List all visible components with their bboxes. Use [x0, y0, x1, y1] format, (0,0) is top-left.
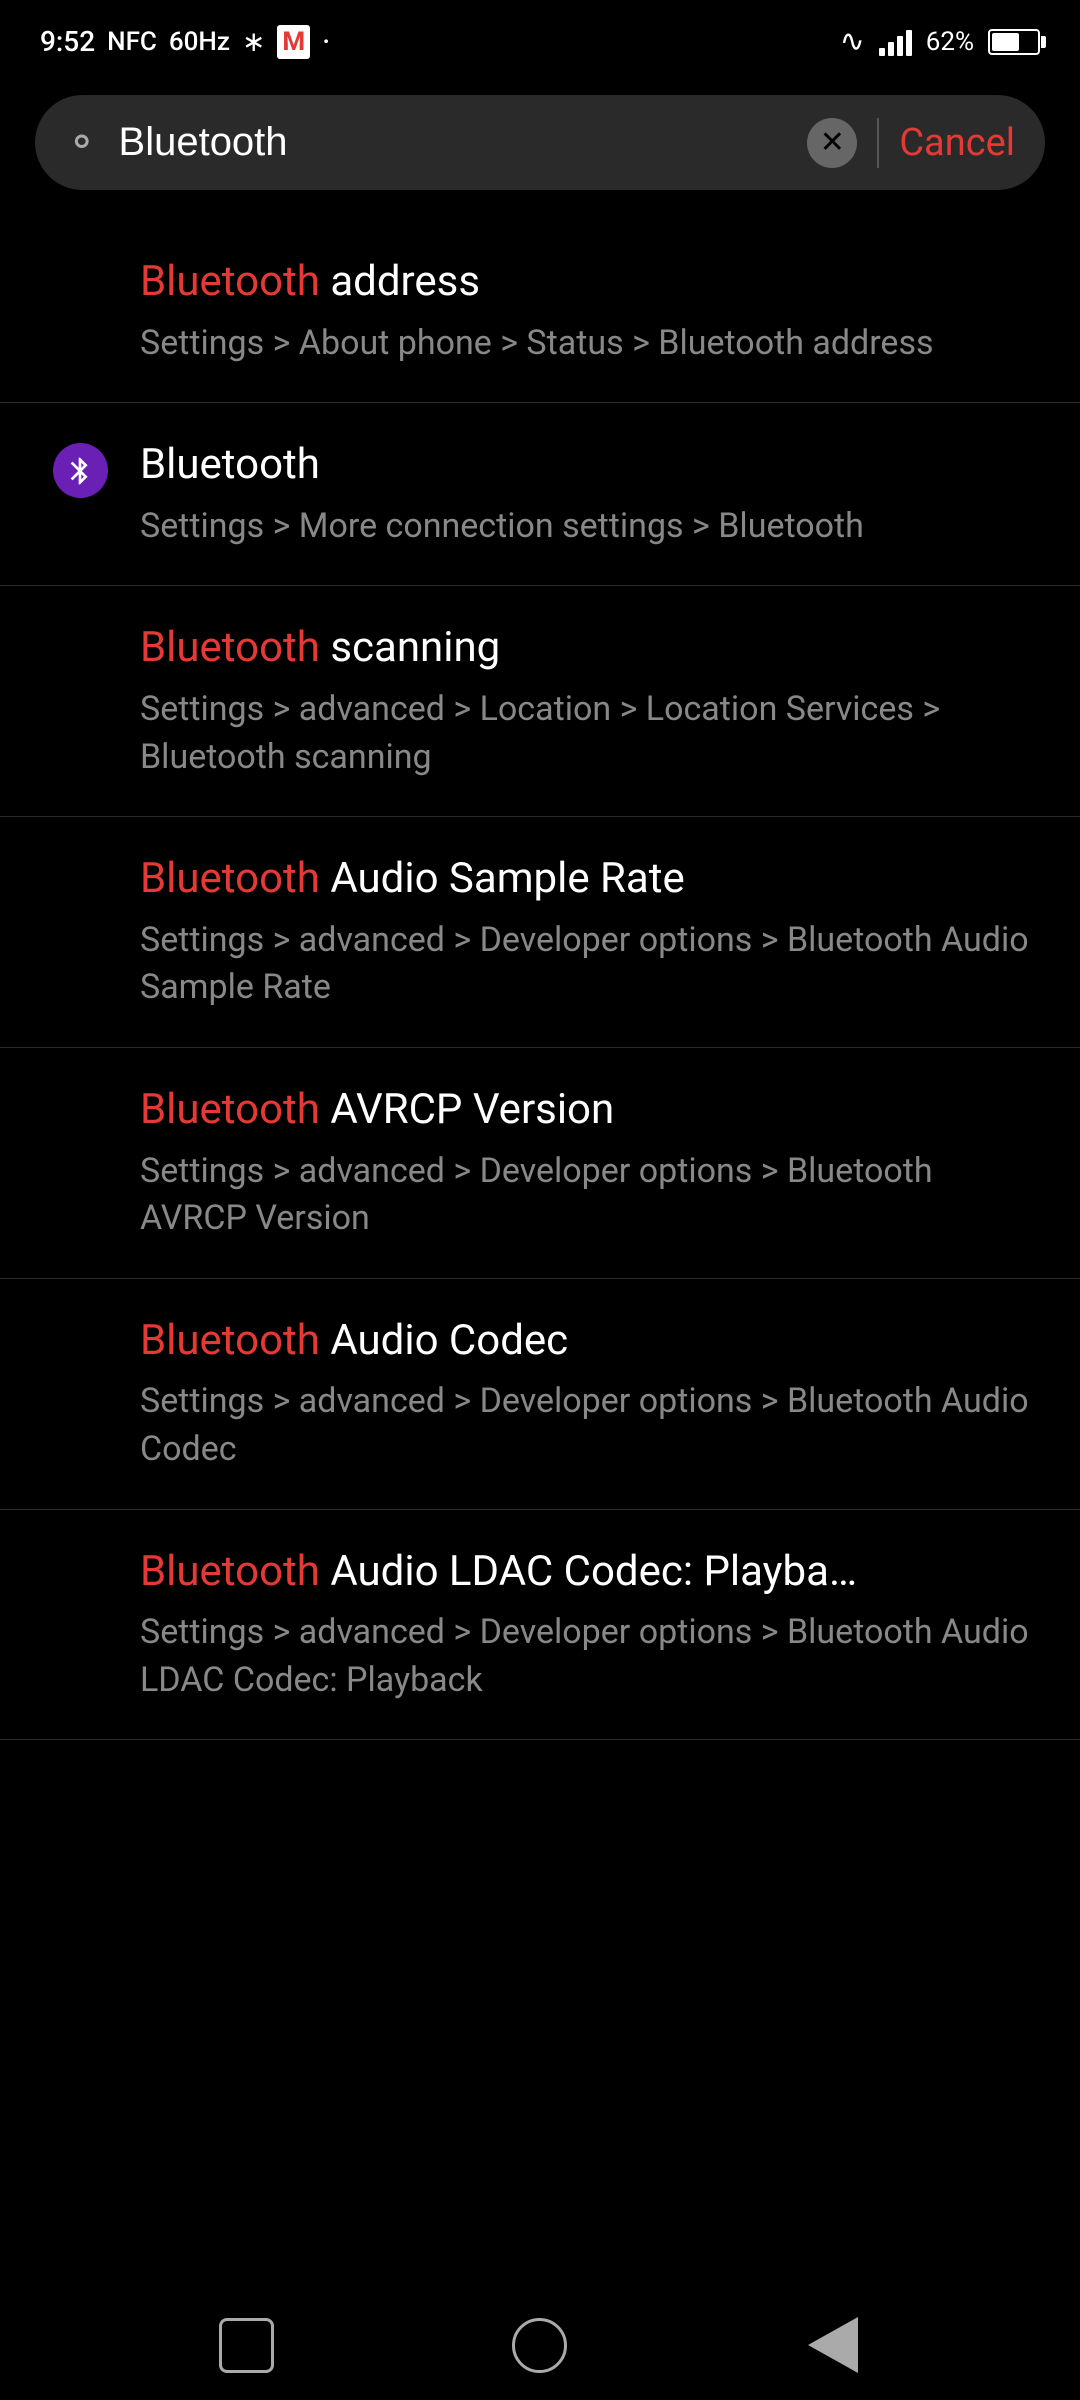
result-icon-placeholder	[50, 1545, 110, 1550]
result-path: Settings > More connection settings > Bl…	[140, 503, 1030, 551]
search-input[interactable]	[119, 120, 788, 165]
bluetooth-status-icon: ∗	[242, 25, 265, 58]
result-icon-placeholder	[50, 621, 110, 626]
home-icon	[512, 2318, 567, 2373]
result-icon-placeholder	[50, 1314, 110, 1319]
result-title: Bluetooth Audio Sample Rate	[140, 852, 1030, 907]
signal-icon	[879, 28, 912, 56]
result-content: Bluetooth Audio LDAC Codec: Playba… Sett…	[140, 1545, 1030, 1705]
battery-percentage: 62%	[926, 27, 974, 57]
rest-title: Audio Codec	[320, 1316, 568, 1365]
rest-title: scanning	[320, 623, 500, 672]
result-path: Settings > advanced > Developer options …	[140, 917, 1030, 1012]
highlight-text: Bluetooth	[140, 854, 320, 903]
result-content: Bluetooth scanning Settings > advanced >…	[140, 621, 1030, 781]
highlight-text: Bluetooth	[140, 623, 320, 672]
search-icon: ⚬	[65, 119, 99, 166]
result-item-bluetooth-audio-sample-rate[interactable]: Bluetooth Audio Sample Rate Settings > a…	[0, 817, 1080, 1048]
rest-title: Audio LDAC Codec: Playba…	[320, 1547, 857, 1596]
search-bar-container: ⚬ ✕ Cancel	[0, 75, 1080, 220]
result-icon-placeholder	[50, 1083, 110, 1088]
result-content: Bluetooth Audio Codec Settings > advance…	[140, 1314, 1030, 1474]
search-divider	[877, 118, 879, 168]
result-item-bluetooth[interactable]: Bluetooth Settings > More connection set…	[0, 403, 1080, 586]
cancel-button[interactable]: Cancel	[899, 121, 1015, 165]
back-button[interactable]	[793, 2305, 873, 2385]
recent-apps-icon	[219, 2318, 274, 2373]
result-item-bluetooth-scanning[interactable]: Bluetooth scanning Settings > advanced >…	[0, 586, 1080, 817]
result-title: Bluetooth address	[140, 255, 1030, 310]
home-button[interactable]	[500, 2305, 580, 2385]
result-item-bluetooth-address[interactable]: Bluetooth address Settings > About phone…	[0, 220, 1080, 403]
search-bar[interactable]: ⚬ ✕ Cancel	[35, 95, 1045, 190]
result-title: Bluetooth AVRCP Version	[140, 1083, 1030, 1138]
result-path: Settings > advanced > Developer options …	[140, 1378, 1030, 1473]
rest-title: address	[320, 257, 480, 306]
result-content: Bluetooth Settings > More connection set…	[140, 438, 1030, 550]
bluetooth-settings-icon	[53, 443, 108, 498]
status-bar: 9:52 NFC 60Hz ∗ M · ∿ 62%	[0, 0, 1080, 75]
result-path: Settings > About phone > Status > Blueto…	[140, 320, 1030, 368]
hz-indicator: 60Hz	[169, 27, 230, 57]
result-item-bluetooth-avrcp-version[interactable]: Bluetooth AVRCP Version Settings > advan…	[0, 1048, 1080, 1279]
result-path: Settings > advanced > Location > Locatio…	[140, 686, 1030, 781]
result-path: Settings > advanced > Developer options …	[140, 1609, 1030, 1704]
result-item-bluetooth-audio-ldac[interactable]: Bluetooth Audio LDAC Codec: Playba… Sett…	[0, 1510, 1080, 1741]
search-clear-button[interactable]: ✕	[807, 118, 857, 168]
results-list: Bluetooth address Settings > About phone…	[0, 220, 1080, 1860]
time-display: 9:52	[40, 25, 95, 58]
result-title: Bluetooth	[140, 438, 1030, 493]
status-right: ∿ 62%	[840, 24, 1040, 59]
nfc-indicator: NFC	[107, 27, 157, 57]
result-icon-placeholder	[50, 255, 110, 260]
back-icon	[808, 2317, 858, 2373]
result-title: Bluetooth Audio Codec	[140, 1314, 1030, 1369]
highlight-text: Bluetooth	[140, 1085, 320, 1134]
rest-title: Audio Sample Rate	[320, 854, 685, 903]
highlight-text: Bluetooth	[140, 1316, 320, 1365]
battery-icon	[988, 29, 1040, 55]
wifi-icon: ∿	[840, 24, 865, 59]
highlight-text: Bluetooth	[140, 257, 320, 306]
status-left: 9:52 NFC 60Hz ∗ M ·	[40, 25, 330, 59]
result-item-bluetooth-audio-codec[interactable]: Bluetooth Audio Codec Settings > advance…	[0, 1279, 1080, 1510]
navigation-bar	[0, 2290, 1080, 2400]
result-path: Settings > advanced > Developer options …	[140, 1148, 1030, 1243]
title-text: Bluetooth	[140, 440, 320, 489]
result-title: Bluetooth Audio LDAC Codec: Playba…	[140, 1545, 1030, 1600]
highlight-text: Bluetooth	[140, 1547, 320, 1596]
result-content: Bluetooth Audio Sample Rate Settings > a…	[140, 852, 1030, 1012]
result-icon-container	[50, 438, 110, 498]
result-title: Bluetooth scanning	[140, 621, 1030, 676]
rest-title: AVRCP Version	[320, 1085, 614, 1134]
result-icon-placeholder	[50, 852, 110, 857]
result-content: Bluetooth address Settings > About phone…	[140, 255, 1030, 367]
gmail-icon: M	[277, 25, 310, 59]
dot-indicator: ·	[322, 25, 330, 58]
result-content: Bluetooth AVRCP Version Settings > advan…	[140, 1083, 1030, 1243]
recent-apps-button[interactable]	[207, 2305, 287, 2385]
